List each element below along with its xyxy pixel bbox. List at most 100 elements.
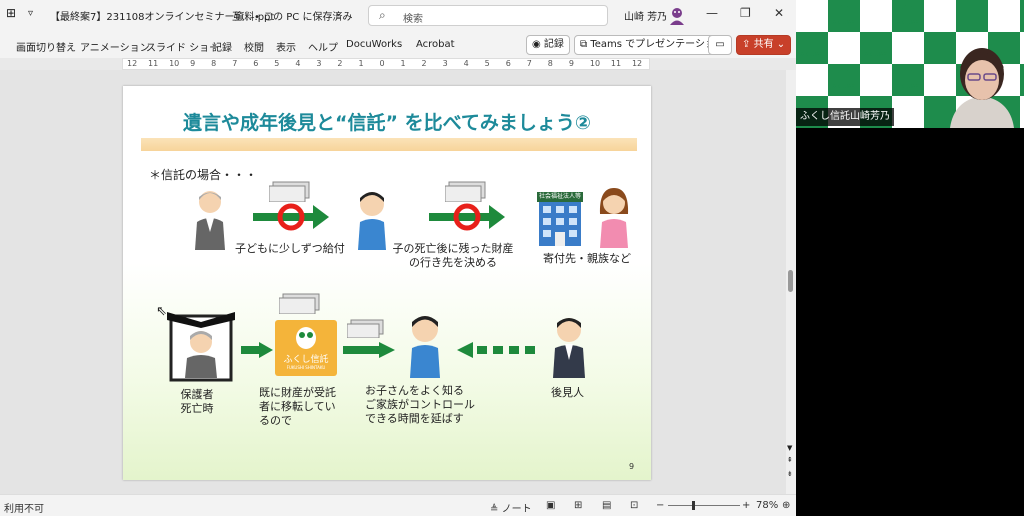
- scrollbar-thumb[interactable]: [788, 270, 793, 292]
- tab-review[interactable]: 校閲: [244, 39, 264, 54]
- logo-text: ふくし信託: [283, 355, 329, 365]
- ruler-tick-label: 4: [295, 59, 301, 68]
- caption-guardian-death-line-2: 死亡時: [180, 402, 214, 415]
- previous-slide-icon[interactable]: ⇞: [787, 456, 793, 464]
- backdrop-logo-tile: ふくし信託: [892, 0, 924, 32]
- ruler-tick-label: 5: [484, 59, 490, 68]
- close-icon[interactable]: ✕: [774, 6, 784, 20]
- search-icon: ⌕: [379, 8, 386, 22]
- caption-property-line-1: 既に財産が受託: [259, 386, 336, 399]
- tab-slideshow[interactable]: スライド ショー: [146, 39, 219, 54]
- notes-label: ノート: [501, 504, 532, 515]
- normal-view-icon[interactable]: ▣: [546, 500, 555, 511]
- backdrop-logo-text: ふくし信託: [895, 84, 921, 90]
- caption-family-control-line-2: ご家族がコントロール: [365, 398, 475, 411]
- slide-heading: ＊信託の場合・・・: [149, 168, 258, 182]
- caption-property-line-2: 者に移転してい: [259, 400, 336, 413]
- ruler-tick-label: 5: [274, 59, 280, 68]
- title-underline-bar: [141, 138, 637, 151]
- owl-logo-icon: [870, 37, 882, 49]
- ruler-tick-label: 6: [253, 59, 259, 68]
- app-icon[interactable]: ⊞: [6, 6, 16, 20]
- caption-child-gift: 子どもに少しずつ給付: [235, 242, 345, 255]
- zoom-level[interactable]: 78%: [756, 500, 778, 511]
- tab-view[interactable]: 表示: [276, 39, 296, 54]
- ruler-tick-label: 6: [505, 59, 511, 68]
- tab-transitions[interactable]: 画面切り替え: [16, 39, 76, 54]
- ruler-tick-label: 12: [631, 59, 643, 68]
- ruler-tick-label: 3: [316, 59, 322, 68]
- slide-title: 遺言や成年後見と“信託” を比べてみましょう②: [183, 112, 591, 134]
- slideshow-icon[interactable]: ⊡: [630, 500, 638, 511]
- caption-family-control-line-3: できる時間を延ばす: [365, 412, 464, 425]
- user-name[interactable]: 山崎 芳乃: [624, 8, 667, 23]
- zoom-slider[interactable]: [668, 501, 740, 510]
- user-avatar-icon[interactable]: [668, 6, 686, 26]
- elderly-man-illustration: [195, 191, 225, 250]
- reading-view-icon[interactable]: ▤: [602, 500, 611, 511]
- tab-record[interactable]: 記録: [212, 39, 232, 54]
- backdrop-logo-text: ふくし信託: [895, 20, 921, 26]
- fit-slide-icon[interactable]: ⊕: [782, 500, 790, 511]
- backdrop-logo-text: ふくし信託: [799, 52, 825, 58]
- building-sign: 社会福祉法人等: [539, 193, 582, 200]
- transfer-arrow-2: [343, 342, 395, 358]
- caption-after-death-line-1: 子の死亡後に残った財産: [392, 242, 514, 255]
- status-bar: 利用不可 ≜ ノート ▣ ⊞ ▤ ⊡ − + 78% ⊕: [0, 494, 796, 516]
- caption-after-death-line-2: の行き先を決める: [409, 256, 497, 269]
- ruler-tick-label: 11: [610, 59, 622, 68]
- next-slide-icon[interactable]: ⇟: [787, 470, 793, 478]
- fukushi-shintaku-logo: ふくし信託 FUKUSHI SHINTAKU: [275, 320, 337, 376]
- record-button[interactable]: ◉ 記録: [526, 35, 570, 55]
- horizontal-ruler[interactable]: 12 11 10 9 8 7 6 5 4 3 2 1 0 1 2 3 4 5 6 7 8 9 10 11 12: [122, 58, 650, 70]
- restore-icon[interactable]: ❐: [740, 6, 751, 20]
- zoom-slider-thumb[interactable]: [692, 501, 695, 510]
- caption-guardian-role: 後見人: [551, 386, 584, 399]
- owl-logo-icon: [902, 69, 914, 81]
- participant-video: [950, 48, 1014, 128]
- ruler-tick-label: 8: [211, 59, 217, 68]
- backdrop-logo-text: ふくし信託: [831, 20, 857, 26]
- quick-access-chevron-icon[interactable]: ▿: [28, 8, 33, 19]
- ruler-tick-label: 0: [379, 59, 385, 68]
- ruler-tick-label: 2: [421, 59, 427, 68]
- slide-sorter-icon[interactable]: ⊞: [574, 500, 582, 511]
- scroll-down-icon[interactable]: ▼: [787, 444, 792, 452]
- tab-animations[interactable]: アニメーション: [80, 39, 150, 54]
- ruler-tick-label: 9: [568, 59, 574, 68]
- tab-acrobat[interactable]: Acrobat: [416, 39, 455, 50]
- zoom-out-icon[interactable]: −: [656, 500, 664, 511]
- caption-guardian-death-line-1: 保護者: [180, 388, 214, 401]
- ruler-tick-label: 12: [127, 59, 138, 68]
- ruler-tick-label: 1: [358, 59, 364, 68]
- owl-logo-icon: [806, 37, 818, 49]
- share-button[interactable]: ⇪ 共有 ⌄: [736, 35, 792, 55]
- record-button-label: 記録: [543, 39, 564, 50]
- ruler-tick-label: 7: [526, 59, 532, 68]
- search-box[interactable]: ⌕ 検索: [368, 5, 608, 26]
- money-bills-icon-2: [445, 181, 486, 202]
- gift-arrow-1: [253, 203, 329, 231]
- child-illustration-1: [358, 192, 386, 250]
- guardian-man-illustration: [553, 318, 585, 378]
- comments-button[interactable]: ▭: [708, 35, 732, 55]
- vertical-scrollbar[interactable]: ▼ ⇞ ⇟: [786, 70, 796, 494]
- chevron-down-icon: ⌄: [776, 39, 786, 50]
- tab-docuworks[interactable]: DocuWorks: [346, 39, 402, 50]
- ruler-tick-label: 3: [442, 59, 448, 68]
- ruler-tick-label: 1: [400, 59, 406, 68]
- accessibility-status[interactable]: 利用不可: [4, 500, 44, 515]
- save-status-chevron-icon[interactable]: ⌄: [334, 8, 342, 19]
- owl-logo-icon: [838, 5, 850, 17]
- zoom-in-icon[interactable]: +: [742, 500, 750, 511]
- ruler-tick-label: 8: [547, 59, 553, 68]
- compat-mode-label: 互…: [232, 12, 252, 23]
- money-bills-icon-3: [279, 293, 320, 314]
- backdrop-logo-tile: ふくし信託: [796, 32, 828, 64]
- slide[interactable]: 遺言や成年後見と“信託” を比べてみましょう② ＊信託の場合・・・ 子どもに少し…: [123, 86, 651, 480]
- tab-help[interactable]: ヘルプ: [308, 39, 338, 54]
- minimize-icon[interactable]: —: [706, 6, 718, 20]
- money-bills-icon-1: [269, 181, 310, 202]
- backdrop-logo-text: ふくし信託: [863, 52, 889, 58]
- notes-button[interactable]: ≜ ノート: [490, 500, 532, 515]
